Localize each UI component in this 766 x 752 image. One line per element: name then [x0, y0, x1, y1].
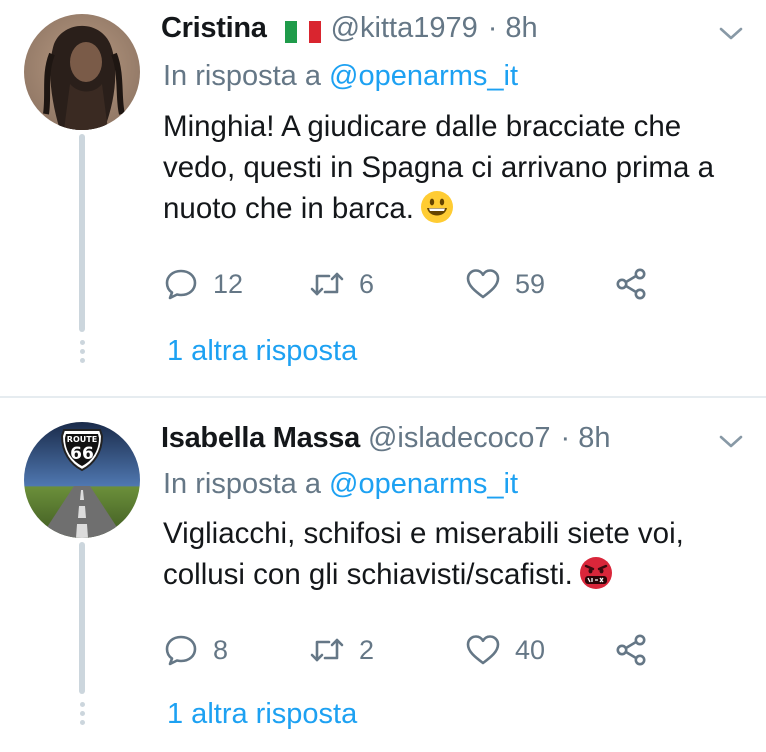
tweet-header: Cristina @kitta1979 · 8h — [161, 12, 538, 52]
more-replies-link[interactable]: 1 altra risposta — [167, 698, 357, 731]
share-icon — [616, 268, 646, 300]
share-icon — [616, 634, 646, 666]
tweet[interactable]: ROUTE 66 Isabella Massa @isladecoco7 · 8… — [0, 398, 766, 752]
timestamp[interactable]: · 8h — [488, 12, 538, 45]
retweet-button[interactable]: 2 — [309, 630, 374, 670]
share-button[interactable] — [613, 264, 649, 304]
retweet-count: 2 — [359, 634, 375, 665]
timestamp[interactable]: · 8h — [561, 422, 611, 455]
reply-context: In risposta a @openarms_it — [163, 468, 518, 501]
share-button[interactable] — [613, 630, 649, 670]
heart-icon — [466, 635, 500, 665]
tweet-text: Vigliacchi, schifosi e miserabili siete … — [163, 513, 753, 595]
reply-button[interactable]: 8 — [163, 630, 228, 670]
avatar[interactable] — [24, 14, 140, 130]
tweet-header: Isabella Massa @isladecoco7 · 8h — [161, 422, 611, 462]
thread-dots — [79, 340, 85, 367]
reply-count: 12 — [213, 268, 244, 299]
reply-prefix: In risposta a — [163, 468, 330, 500]
user-handle[interactable]: @isladecoco7 — [368, 422, 551, 455]
chevron-down-icon[interactable] — [718, 434, 744, 450]
retweet-count: 6 — [359, 268, 375, 299]
display-name[interactable]: Isabella Massa — [161, 422, 360, 455]
reply-icon — [165, 635, 197, 666]
tweet-actions: 12 6 59 — [163, 264, 663, 304]
reply-count: 8 — [213, 634, 229, 665]
face-with-symbols-on-mouth-emoji-icon — [579, 557, 612, 589]
chevron-down-icon[interactable] — [718, 26, 744, 42]
retweet-icon — [310, 638, 344, 662]
reply-context: In risposta a @openarms_it — [163, 60, 518, 93]
like-button[interactable]: 40 — [465, 630, 545, 670]
retweet-button[interactable]: 6 — [309, 264, 374, 304]
like-count: 40 — [515, 634, 546, 665]
reply-icon — [165, 269, 197, 300]
thread-line — [79, 542, 85, 694]
tweet-actions: 8 2 40 — [163, 630, 663, 670]
tweet[interactable]: Cristina @kitta1979 · 8h In risposta a @… — [0, 0, 766, 396]
avatar[interactable]: ROUTE 66 — [24, 422, 140, 538]
retweet-icon — [310, 272, 344, 296]
heart-icon — [466, 269, 500, 299]
like-count: 59 — [515, 268, 546, 299]
mention-link[interactable]: @openarms_it — [329, 60, 518, 92]
route-sign-label: ROUTE — [66, 435, 98, 444]
user-handle[interactable]: @kitta1979 — [331, 12, 478, 45]
grinning-face-emoji-icon — [420, 191, 453, 223]
italy-flag-icon — [284, 21, 321, 43]
reply-prefix: In risposta a — [163, 60, 330, 92]
thread-dots — [79, 702, 85, 729]
reply-button[interactable]: 12 — [163, 264, 243, 304]
mention-link[interactable]: @openarms_it — [329, 468, 518, 500]
thread-line — [79, 134, 85, 332]
route-sign-number: 66 — [70, 444, 94, 464]
display-name[interactable]: Cristina — [161, 12, 267, 45]
tweet-text: Minghia! A giudicare dalle bracciate che… — [163, 106, 753, 229]
more-replies-link[interactable]: 1 altra risposta — [167, 335, 357, 368]
like-button[interactable]: 59 — [465, 264, 545, 304]
